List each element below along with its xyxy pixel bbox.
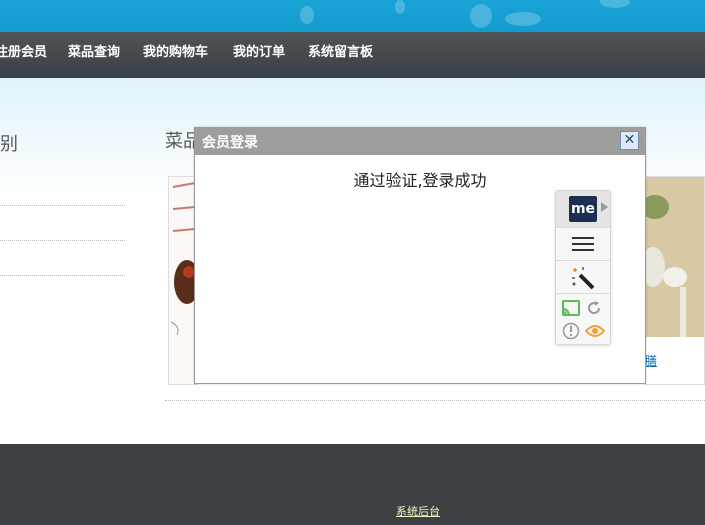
dish-name-link[interactable]: 膳 [645, 352, 657, 369]
banner-decoration [505, 12, 541, 26]
dialog-header: 会员登录 ✕ [195, 128, 645, 155]
toolbar-wand-cell[interactable] [556, 261, 610, 294]
expand-arrow-icon[interactable] [601, 202, 608, 212]
dish-image [645, 177, 704, 337]
nav-item-dish-search[interactable]: 菜品查询 [68, 32, 120, 78]
me-logo-icon: me [569, 196, 597, 222]
nav-item-register[interactable]: 注册会员 [0, 32, 47, 78]
menu-icon[interactable] [572, 236, 594, 252]
magic-wand-icon[interactable] [571, 266, 595, 290]
toolbar-menu-cell[interactable] [556, 228, 610, 261]
nav-item-orders[interactable]: 我的订单 [233, 32, 285, 78]
top-banner [0, 0, 705, 32]
eye-icon[interactable] [585, 323, 605, 339]
extension-toolbar: me [555, 190, 611, 345]
login-success-message: 通过验证,登录成功 [353, 171, 487, 190]
refresh-icon[interactable] [586, 300, 602, 316]
content-divider [165, 400, 705, 401]
close-icon: ✕ [623, 132, 636, 148]
close-button[interactable]: ✕ [620, 131, 639, 150]
cast-icon[interactable] [562, 300, 580, 316]
alert-icon[interactable] [562, 322, 580, 340]
toolbar-status-area [556, 295, 610, 345]
sidebar-divider [0, 275, 125, 276]
sidebar-divider [0, 240, 125, 241]
sidebar-title: 别 [0, 134, 18, 155]
nav-item-cart[interactable]: 我的购物车 [143, 32, 208, 78]
footer [0, 444, 705, 525]
toolbar-logo-cell[interactable]: me [556, 191, 610, 228]
dialog-title: 会员登录 [202, 135, 258, 151]
sidebar-divider [0, 205, 125, 206]
banner-decoration [470, 4, 492, 28]
admin-link[interactable]: 系统后台 [396, 503, 440, 519]
nav-item-message-board[interactable]: 系统留言板 [308, 32, 373, 78]
banner-decoration [300, 6, 314, 24]
banner-decoration [600, 0, 630, 8]
main-nav: 注册会员 菜品查询 我的购物车 我的订单 系统留言板 [0, 32, 705, 78]
banner-decoration [395, 0, 405, 14]
